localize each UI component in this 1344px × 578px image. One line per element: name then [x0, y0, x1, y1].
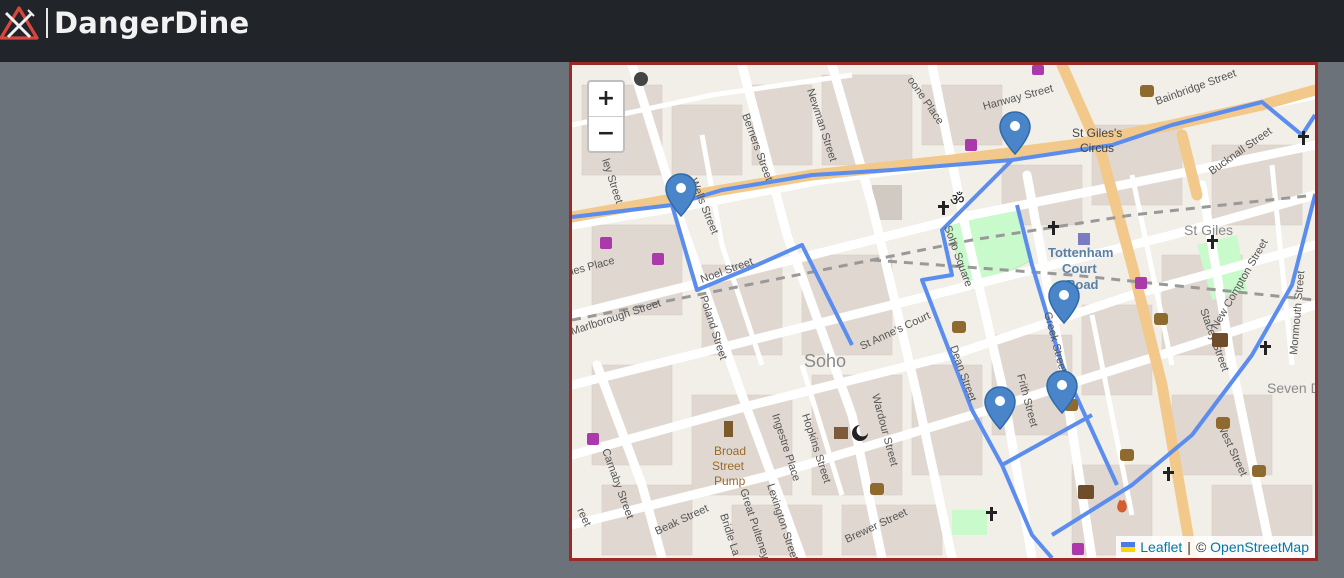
brand-separator: [46, 8, 48, 38]
brand[interactable]: DangerDine: [0, 4, 249, 42]
restaurant-marker[interactable]: [1048, 280, 1080, 324]
museum-icon: [834, 427, 848, 439]
label-st-giles-circus-2: Circus: [1080, 141, 1114, 155]
label-tottenham-2: Court: [1062, 261, 1097, 276]
restaurant-marker[interactable]: [1046, 370, 1078, 414]
label-seven-dials: Seven Di: [1267, 380, 1315, 396]
copyright-symbol: ©: [1195, 539, 1207, 555]
fire-station-icon: [1117, 499, 1127, 513]
navbar: DangerDine: [0, 0, 1344, 62]
label-soho: Soho: [804, 351, 846, 371]
monument-icon: [724, 421, 733, 437]
ukraine-flag-icon: [1121, 542, 1136, 552]
restaurant-marker[interactable]: [665, 173, 697, 217]
brand-name: DangerDine: [54, 6, 250, 40]
label-broad-3: Pump: [714, 474, 746, 488]
label-broad-1: Broad: [714, 444, 746, 458]
attribution-separator: |: [1187, 539, 1191, 555]
zoom-out-button[interactable]: −: [589, 116, 623, 151]
zoom-control: + −: [587, 80, 625, 153]
ferris-wheel-icon: [634, 72, 648, 86]
openstreetmap-link[interactable]: OpenStreetMap: [1210, 536, 1309, 558]
crossed-knife-fork-warning-icon: [0, 6, 39, 40]
label-st-giles: St Giles: [1184, 222, 1233, 238]
map-tiles[interactable]: Wells Street Berners Street Newman Stree…: [572, 65, 1315, 558]
label-tottenham-1: Tottenham: [1048, 245, 1113, 260]
small-garden: [952, 510, 987, 535]
map-attribution: Leaflet | © OpenStreetMap: [1116, 536, 1315, 558]
subway-icon: [1078, 233, 1090, 245]
restaurant-marker[interactable]: [999, 111, 1031, 155]
map[interactable]: Wells Street Berners Street Newman Stree…: [569, 62, 1318, 561]
restaurant-marker[interactable]: [984, 386, 1016, 430]
leaflet-link[interactable]: Leaflet: [1140, 536, 1182, 558]
zoom-in-button[interactable]: +: [589, 82, 623, 116]
hindu-temple-icon: ॐ: [950, 190, 965, 209]
label-st-giles-circus-1: St Giles's: [1072, 126, 1122, 140]
label-broad-2: Street: [712, 459, 745, 473]
